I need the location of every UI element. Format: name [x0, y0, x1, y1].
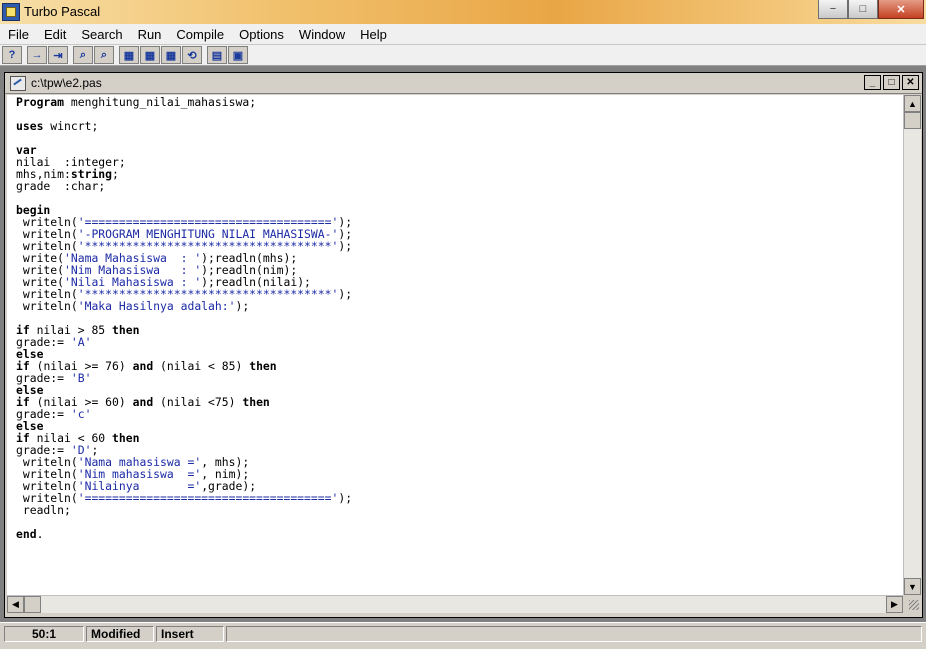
- menu-run[interactable]: Run: [130, 27, 169, 42]
- clipboard-button[interactable]: ▤: [207, 46, 227, 64]
- code-line[interactable]: grade:= 'B': [16, 372, 903, 384]
- build-button[interactable]: ▦: [161, 46, 181, 64]
- menu-compile[interactable]: Compile: [168, 27, 231, 42]
- find-icon: ⌕: [79, 48, 87, 61]
- build-icon: ▦: [165, 49, 177, 62]
- code-line[interactable]: writeln('===============================…: [16, 492, 903, 504]
- toolbar: ? → ⇥ ⌕ ⌕ ▦ ▦ ▦ ⟲ ▤ ▣: [0, 45, 926, 66]
- clipboard-icon: ▤: [211, 49, 223, 62]
- compile-icon: ▦: [123, 49, 135, 62]
- compile-button[interactable]: ▦: [119, 46, 139, 64]
- menu-edit[interactable]: Edit: [36, 27, 73, 42]
- save-icon: ⇥: [53, 49, 63, 62]
- code-line[interactable]: if (nilai >= 60) and (nilai <75) then: [16, 396, 903, 408]
- scroll-right-button[interactable]: ▶: [886, 596, 903, 613]
- code-line[interactable]: [16, 516, 903, 528]
- code-line[interactable]: else: [16, 420, 903, 432]
- open-file-button[interactable]: →: [27, 46, 47, 64]
- modified-indicator: Modified: [86, 626, 154, 642]
- horizontal-scrollbar[interactable]: ◀ ▶: [7, 595, 903, 613]
- maximize-button[interactable]: □: [848, 0, 878, 19]
- window-controls: − □ ✕: [818, 0, 924, 20]
- code-line[interactable]: grade :char;: [16, 180, 903, 192]
- insert-mode-indicator: Insert: [156, 626, 224, 642]
- find-button[interactable]: ⌕: [73, 46, 93, 64]
- source-code[interactable]: Program menghitung_nilai_mahasiswa; uses…: [7, 95, 903, 540]
- memory-icon: ▣: [232, 49, 244, 62]
- cursor-position: 50:1: [4, 626, 84, 642]
- app-title: Turbo Pascal: [24, 4, 101, 19]
- editor-minimize-button[interactable]: _: [864, 75, 881, 90]
- memory-button[interactable]: ▣: [228, 46, 248, 64]
- code-line[interactable]: [16, 192, 903, 204]
- help-icon: ?: [8, 49, 16, 61]
- code-line[interactable]: [16, 132, 903, 144]
- menu-search[interactable]: Search: [73, 27, 129, 42]
- menu-window[interactable]: Window: [291, 27, 352, 42]
- code-line[interactable]: mhs,nim:string;: [16, 168, 903, 180]
- menubar: File Edit Search Run Compile Options Win…: [0, 24, 926, 45]
- app-titlebar: Turbo Pascal − □ ✕: [0, 0, 926, 25]
- document-icon[interactable]: [10, 76, 26, 91]
- editor-maximize-button[interactable]: □: [883, 75, 900, 90]
- menu-help[interactable]: Help: [352, 27, 394, 42]
- scroll-up-button[interactable]: ▲: [904, 95, 921, 112]
- open-file-icon: →: [31, 49, 43, 61]
- code-line[interactable]: grade:= 'c': [16, 408, 903, 420]
- make-icon: ▦: [144, 49, 156, 62]
- editor-close-button[interactable]: ✕: [902, 75, 919, 90]
- minimize-button[interactable]: −: [818, 0, 848, 19]
- code-line[interactable]: uses wincrt;: [16, 120, 903, 132]
- code-line[interactable]: [16, 312, 903, 324]
- code-editor[interactable]: Program menghitung_nilai_mahasiswa; uses…: [7, 95, 903, 595]
- code-line[interactable]: grade:= 'A': [16, 336, 903, 348]
- status-message: [226, 626, 922, 642]
- code-line[interactable]: [16, 108, 903, 120]
- vertical-scroll-thumb[interactable]: [904, 112, 921, 129]
- statusbar: 50:1 Modified Insert: [0, 622, 926, 649]
- editor-window-controls: _ □ ✕: [862, 75, 919, 90]
- menu-file[interactable]: File: [0, 27, 36, 42]
- horizontal-scroll-thumb[interactable]: [24, 596, 41, 613]
- turbo-pascal-app-icon[interactable]: [2, 3, 20, 21]
- code-line[interactable]: end.: [16, 528, 903, 540]
- code-line[interactable]: readln;: [16, 504, 903, 516]
- editor-window: c:\tpw\e2.pas _ □ ✕ Program menghitung_n…: [4, 72, 923, 618]
- run-icon: ⟲: [187, 49, 197, 62]
- search-replace-icon: ⌕: [100, 48, 108, 61]
- menu-options[interactable]: Options: [231, 27, 291, 42]
- code-line[interactable]: writeln('Maka Hasilnya adalah:');: [16, 300, 903, 312]
- scroll-left-button[interactable]: ◀: [7, 596, 24, 613]
- search-replace-button[interactable]: ⌕: [94, 46, 114, 64]
- code-line[interactable]: if nilai < 60 then: [16, 432, 903, 444]
- code-line[interactable]: nilai :integer;: [16, 156, 903, 168]
- editor-titlebar[interactable]: c:\tpw\e2.pas _ □ ✕: [5, 73, 922, 94]
- save-button[interactable]: ⇥: [48, 46, 68, 64]
- code-line[interactable]: Program menghitung_nilai_mahasiswa;: [16, 96, 903, 108]
- make-button[interactable]: ▦: [140, 46, 160, 64]
- code-line[interactable]: if (nilai >= 76) and (nilai < 85) then: [16, 360, 903, 372]
- mdi-workspace: c:\tpw\e2.pas _ □ ✕ Program menghitung_n…: [0, 66, 926, 622]
- editor-file-path: c:\tpw\e2.pas: [31, 76, 102, 90]
- help-button[interactable]: ?: [2, 46, 22, 64]
- scroll-down-button[interactable]: ▼: [904, 578, 921, 595]
- code-line[interactable]: var: [16, 144, 903, 156]
- vertical-scrollbar[interactable]: ▲ ▼: [903, 95, 921, 595]
- code-line[interactable]: if nilai > 85 then: [16, 324, 903, 336]
- resize-grip-icon[interactable]: [904, 595, 921, 612]
- run-button[interactable]: ⟲: [182, 46, 202, 64]
- close-button[interactable]: ✕: [878, 0, 924, 19]
